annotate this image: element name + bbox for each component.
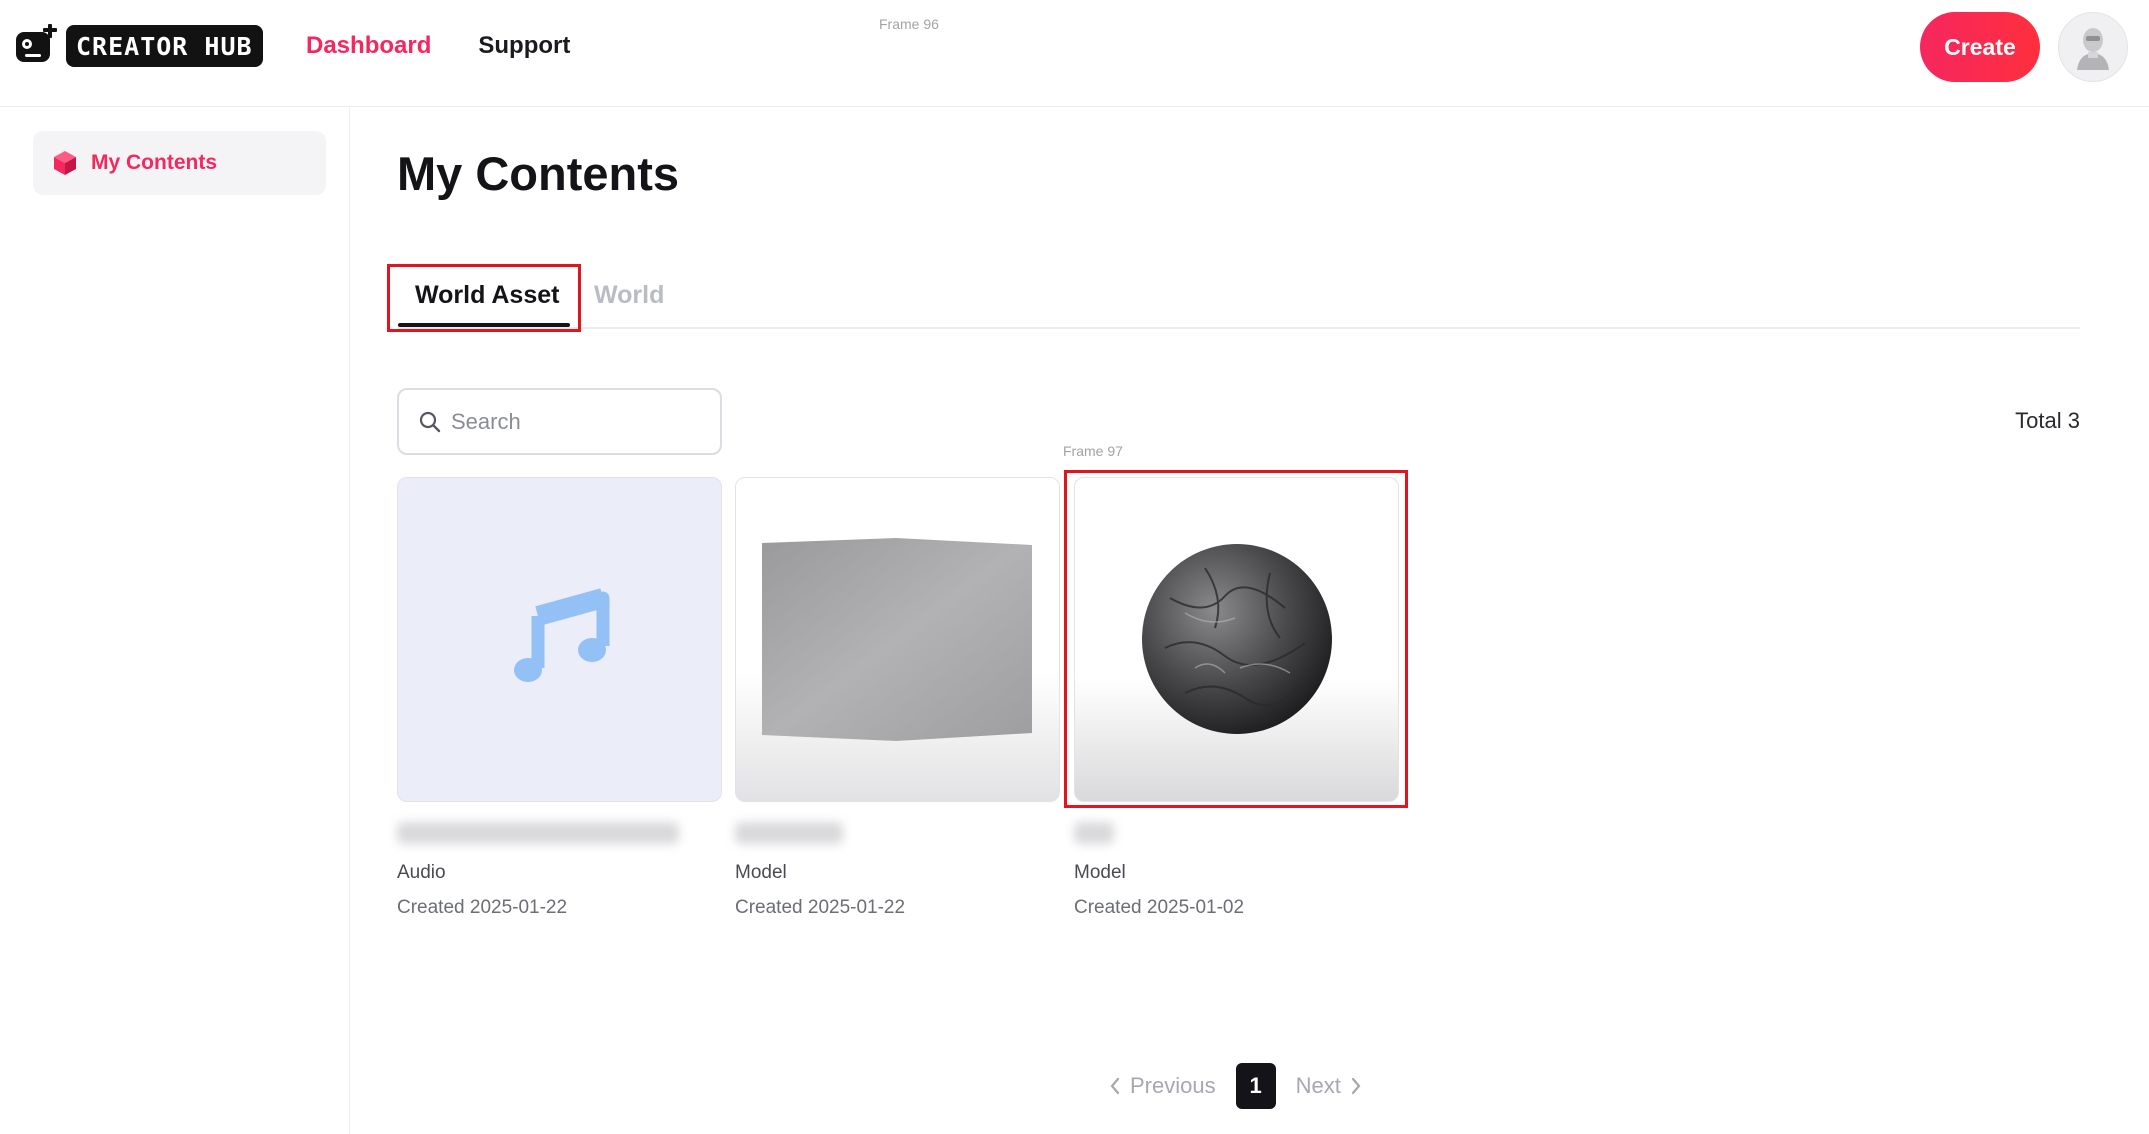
top-header: CREATOR HUB Dashboard Support Frame 96 C…	[0, 0, 2149, 107]
asset-name-blurred	[397, 822, 679, 844]
asset-type: Model	[735, 862, 787, 883]
user-avatar[interactable]	[2058, 12, 2128, 82]
asset-type: Model	[1074, 862, 1126, 883]
nav-dashboard[interactable]: Dashboard	[306, 32, 431, 60]
cube-icon	[54, 151, 76, 175]
previous-page-button[interactable]: Previous	[1108, 1073, 1216, 1099]
pagination: Previous 1 Next	[1108, 1063, 1363, 1109]
creator-hub-logo[interactable]: CREATOR HUB	[14, 24, 263, 68]
sidebar-item-my-contents[interactable]: My Contents	[33, 131, 326, 195]
asset-created-date: Created 2025-01-22	[397, 897, 568, 918]
asset-type: Audio	[397, 862, 446, 883]
asset-name-blurred	[735, 822, 843, 844]
avatar-figure-icon	[2077, 28, 2109, 70]
next-page-button[interactable]: Next	[1296, 1073, 1363, 1099]
asset-created-date: Created 2025-01-22	[735, 897, 906, 918]
nav-support[interactable]: Support	[478, 32, 570, 60]
create-button[interactable]: Create	[1920, 12, 2040, 82]
total-count: Total 3	[2015, 408, 2080, 433]
logo-wordmark: CREATOR HUB	[66, 25, 263, 67]
asset-thumbnail	[735, 477, 1060, 802]
music-note-icon	[514, 588, 610, 682]
gray-cube-model	[762, 538, 1032, 741]
highlight-box-card	[1064, 470, 1408, 808]
sidebar: My Contents	[0, 108, 350, 1134]
next-label: Next	[1295, 1073, 1341, 1098]
chevron-left-icon	[1110, 1077, 1120, 1095]
tab-world[interactable]: World	[594, 281, 664, 310]
main-nav: Dashboard Support	[306, 32, 570, 60]
logo-text: CREATOR HUB	[76, 31, 253, 61]
highlight-box-tab	[387, 264, 581, 332]
search-icon	[419, 411, 441, 432]
asset-thumbnail	[397, 477, 722, 802]
asset-card-audio[interactable]: Audio Created 2025-01-22	[397, 477, 722, 919]
frame-label: Frame 96	[879, 16, 939, 32]
search-box[interactable]	[397, 388, 722, 455]
search-input[interactable]	[451, 408, 691, 435]
page-title: My Contents	[397, 147, 679, 200]
asset-card-model-cube[interactable]: Model Created 2025-01-22	[735, 477, 1060, 919]
previous-label: Previous	[1130, 1073, 1216, 1098]
sidebar-item-label: My Contents	[91, 151, 217, 174]
robot-logo-icon	[14, 24, 58, 68]
tabs-divider	[397, 327, 2080, 329]
chevron-right-icon	[1351, 1077, 1361, 1095]
frame-97-label: Frame 97	[1063, 443, 1123, 459]
asset-name-blurred	[1074, 822, 1114, 844]
page-number-current[interactable]: 1	[1235, 1063, 1276, 1109]
asset-created-date: Created 2025-01-02	[1074, 897, 1245, 918]
